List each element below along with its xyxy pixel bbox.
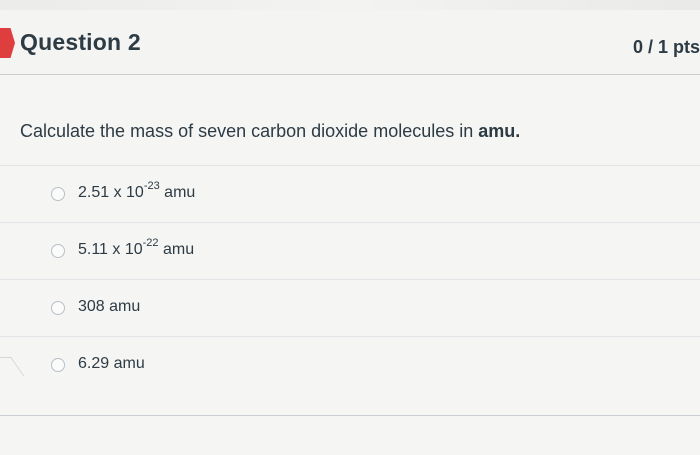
answer-option-4[interactable]: 6.29 amu [0,336,700,393]
answer-1-unit: amu [159,184,196,201]
answer-list: 2.51 x 10-23 amu 5.11 x 10-22 amu 308 am… [0,165,700,393]
question-text-unit: amu. [478,121,521,141]
answer-radio-2[interactable] [51,244,65,258]
quiz-question-card: Question 2 0 / 1 pts Calculate the mass … [0,10,700,455]
incorrect-question-marker-icon [0,28,15,58]
answer-label-1[interactable]: 2.51 x 10-23 amu [78,180,196,202]
answer-2-unit: amu [158,241,195,258]
question-points: 0 / 1 pts [633,37,700,57]
answer-option-2[interactable]: 5.11 x 10-22 amu [0,222,700,279]
answer-1-exponent: -23 [143,180,160,192]
question-header: Question 2 0 / 1 pts [0,10,700,75]
answer-1-base: 2.51 x 10 [78,184,144,201]
answer-option-1[interactable]: 2.51 x 10-23 amu [0,165,700,222]
question-title: Question 2 [20,29,141,55]
answer-radio-3[interactable] [51,301,65,315]
question-text-prefix: Calculate the mass of seven carbon dioxi… [20,121,479,141]
answer-2-base: 5.11 x 10 [78,241,143,258]
answer-radio-4[interactable] [51,358,65,372]
answer-2-exponent: -22 [142,237,159,249]
question-text: Calculate the mass of seven carbon dioxi… [20,121,520,142]
answer-label-2[interactable]: 5.11 x 10-22 amu [78,237,195,259]
bottom-divider [0,415,700,416]
question-body: Calculate the mass of seven carbon dioxi… [0,75,700,455]
answer-label-4[interactable]: 6.29 amu [78,355,145,373]
answer-label-3[interactable]: 308 amu [78,298,140,316]
answer-option-3[interactable]: 308 amu [0,279,700,336]
answer-radio-1[interactable] [51,187,65,201]
